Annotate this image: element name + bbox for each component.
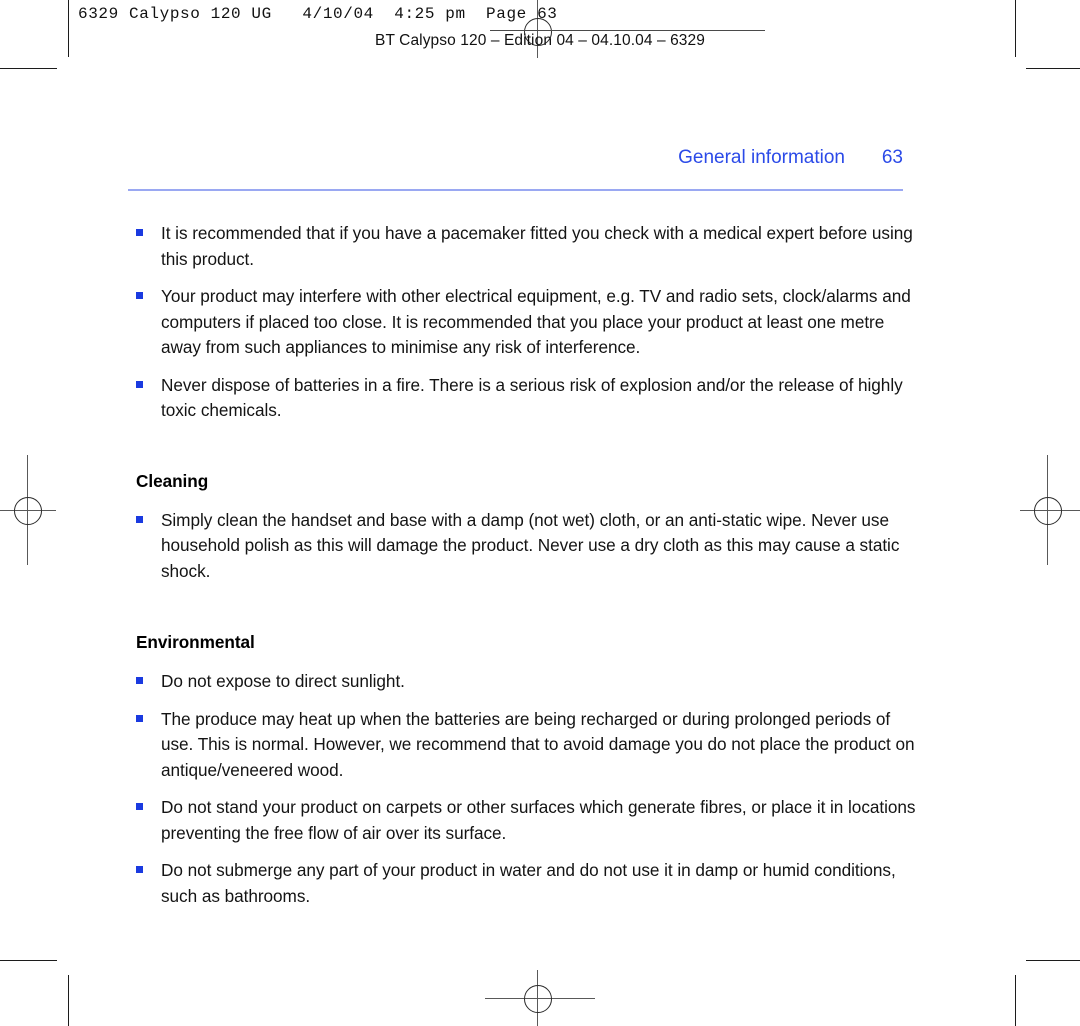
- registration-mark-right-circle: [1034, 497, 1062, 525]
- bullet-item-text: The produce may heat up when the batteri…: [161, 708, 915, 780]
- crop-mark-bottom-right-horizontal: [1026, 960, 1080, 961]
- bullet-list-item: Do not stand your product on carpets or …: [136, 795, 916, 846]
- header-divider-rule: [128, 189, 903, 191]
- bullet-item-text: Do not stand your product on carpets or …: [161, 797, 916, 843]
- bullet-list-item: Simply clean the handset and base with a…: [136, 508, 916, 585]
- bullet-item-text: It is recommended that if you have a pac…: [161, 223, 913, 269]
- running-header-title: General information: [678, 147, 845, 168]
- square-bullet-icon: [136, 292, 143, 299]
- bullet-item-text: Do not submerge any part of your product…: [161, 860, 896, 906]
- bullet-item-text: Your product may interfere with other el…: [161, 286, 911, 357]
- square-bullet-icon: [136, 229, 143, 236]
- page-number: 63: [881, 147, 903, 168]
- bullet-list-item: It is recommended that if you have a pac…: [136, 221, 916, 272]
- crop-mark-top-right-horizontal: [1026, 68, 1080, 69]
- bullet-item-text: Do not expose to direct sunlight.: [161, 671, 405, 691]
- bullet-list-item: Your product may interfere with other el…: [136, 284, 916, 361]
- edition-line: BT Calypso 120 – Edition 04 – 04.10.04 –…: [375, 32, 705, 49]
- square-bullet-icon: [136, 677, 143, 684]
- crop-mark-bottom-left-horizontal: [0, 960, 57, 961]
- bullet-item-text: Simply clean the handset and base with a…: [161, 509, 900, 581]
- square-bullet-icon: [136, 803, 143, 810]
- registration-mark-left-circle: [14, 497, 42, 525]
- square-bullet-icon: [136, 380, 143, 388]
- bullet-item-text: Never dispose of batteries in a fire. Th…: [161, 374, 903, 421]
- square-bullet-icon: [136, 515, 143, 523]
- body-content: It is recommended that if you have a pac…: [136, 221, 916, 921]
- imposition-slug-text: 6329 Calypso 120 UG 4/10/04 4:25 pm Page…: [78, 5, 558, 23]
- crop-mark-top-left-horizontal: [0, 68, 57, 69]
- square-bullet-icon: [136, 714, 143, 722]
- crop-mark-bottom-left-vertical: [68, 975, 69, 1026]
- section-heading: Cleaning: [136, 470, 209, 491]
- running-header: General information 63: [128, 147, 903, 173]
- crop-mark-bottom-right-vertical: [1015, 975, 1016, 1026]
- registration-mark-right: [1020, 455, 1080, 565]
- bullet-list-item: The produce may heat up when the batteri…: [136, 707, 916, 784]
- square-bullet-icon: [136, 866, 143, 873]
- section-heading: Environmental: [136, 632, 255, 652]
- bullet-list-item: Do not submerge any part of your product…: [136, 858, 916, 909]
- document-page: 6329 Calypso 120 UG 4/10/04 4:25 pm Page…: [0, 0, 1080, 1026]
- registration-mark-bottom: [485, 965, 595, 1026]
- bullet-list-item: Never dispose of batteries in a fire. Th…: [136, 373, 916, 424]
- bullet-list-item: Do not expose to direct sunlight.: [136, 669, 916, 695]
- registration-mark-left: [0, 455, 60, 565]
- imposition-slug-rule: [490, 30, 765, 31]
- registration-mark-bottom-circle: [524, 985, 552, 1013]
